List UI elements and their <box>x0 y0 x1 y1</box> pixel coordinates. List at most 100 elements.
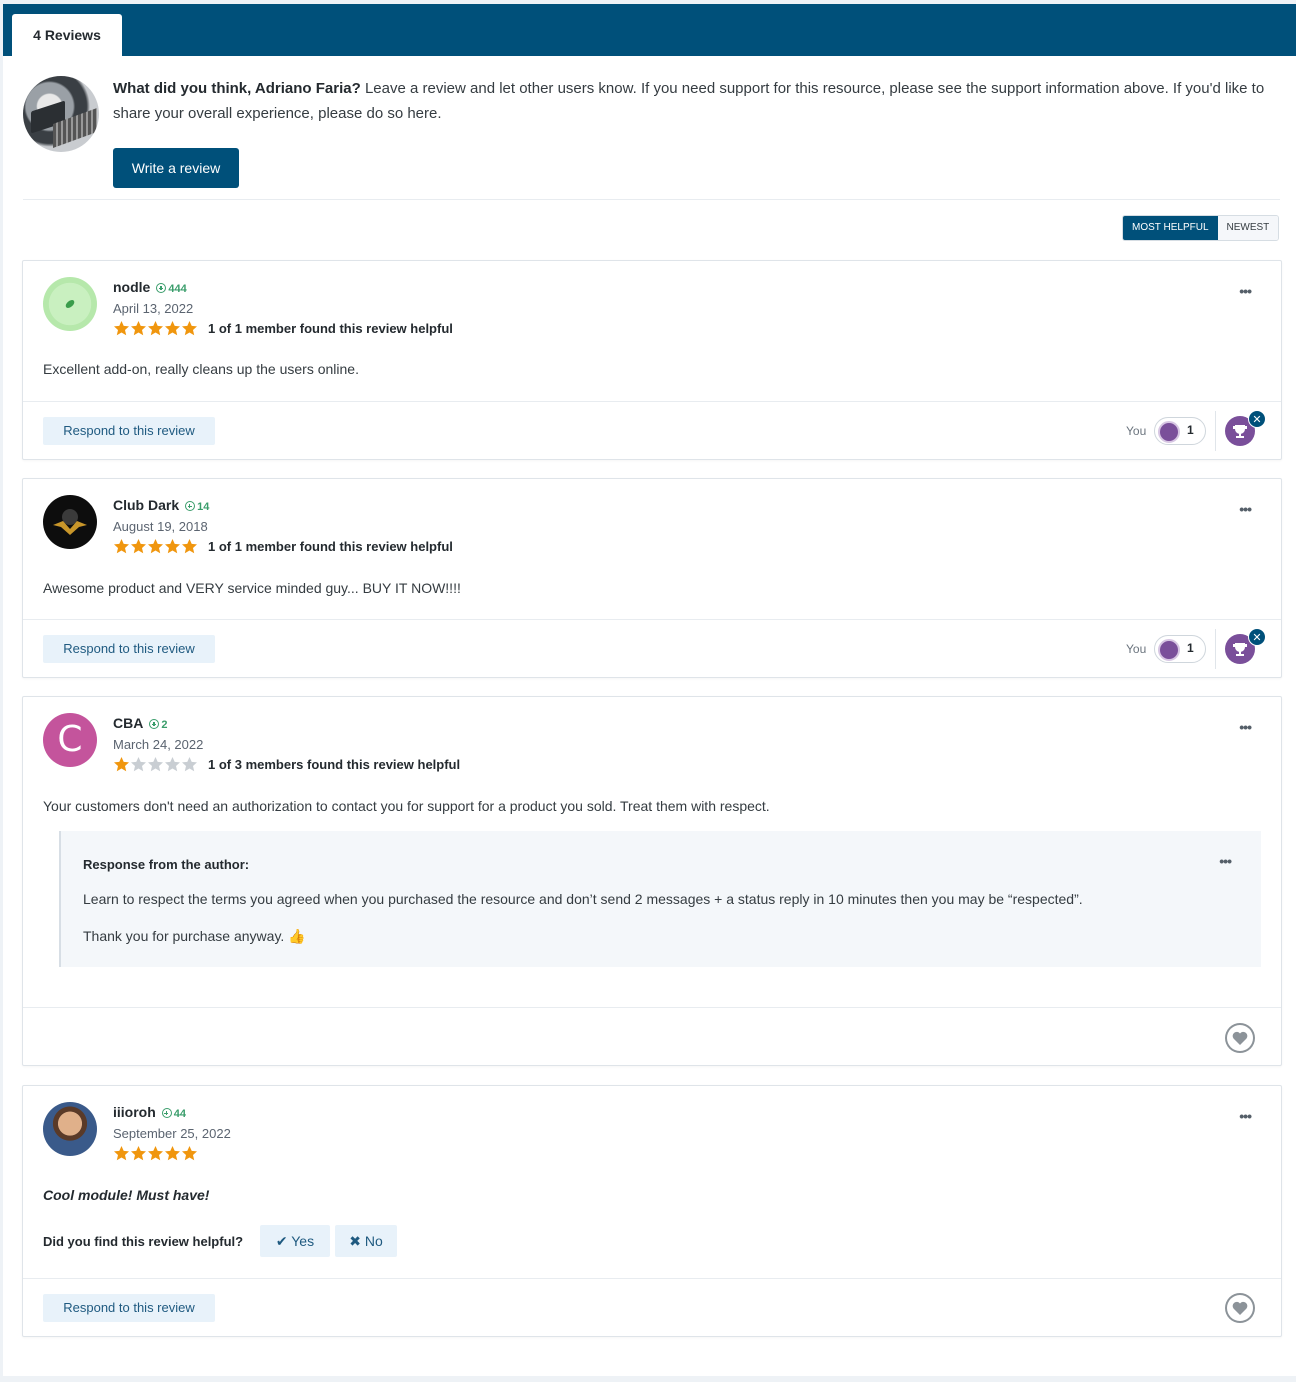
author-label: CBA <box>113 715 144 731</box>
author-response: Response from the author: ••• Learn to r… <box>59 831 1261 967</box>
author-label: nodle <box>113 279 151 295</box>
response-title: Response from the author: <box>83 857 250 872</box>
avatar[interactable] <box>23 76 99 152</box>
star-empty-icon <box>147 756 164 773</box>
reaction-you-label[interactable]: You <box>1126 642 1146 656</box>
divider <box>23 1278 1281 1279</box>
star-empty-icon <box>181 756 198 773</box>
avatar[interactable] <box>43 277 97 331</box>
review-content: Excellent add-on, really cleans up the u… <box>43 361 359 377</box>
helpful-question: Did you find this review helpful? <box>43 1234 244 1249</box>
tab-bar: 4 Reviews <box>3 4 1296 56</box>
avatar[interactable]: C <box>43 713 97 767</box>
reputation-count: 444 <box>168 283 187 295</box>
reaction-count: 1 <box>1187 641 1194 655</box>
star-filled-icon <box>181 320 198 337</box>
tab-reviews[interactable]: 4 Reviews <box>12 14 122 56</box>
star-filled-icon <box>113 756 130 773</box>
star-empty-icon <box>130 756 147 773</box>
reputation-count: 44 <box>173 1108 187 1120</box>
prompt-lead: What did you think, Adriano Faria? <box>113 80 361 97</box>
review-date: August 19, 2018 <box>113 519 208 534</box>
reputation-badge: 2 <box>149 719 167 731</box>
divider <box>23 199 1280 200</box>
author-name[interactable]: nodle 444 <box>113 279 187 295</box>
helpful-count: 1 of 3 members found this review helpful <box>208 756 461 772</box>
reaction-count: 1 <box>1187 423 1194 437</box>
sort-toggle: MOST HELPFUL NEWEST <box>1122 215 1280 241</box>
review-content: Awesome product and VERY service minded … <box>43 580 461 596</box>
star-filled-icon <box>147 538 164 555</box>
star-rating <box>113 1144 198 1162</box>
review-card: iiioroh 44 September 25, 2022 ••• Cool mo… <box>22 1085 1282 1337</box>
more-options-icon[interactable]: ••• <box>1239 283 1252 299</box>
reaction-summary[interactable]: 1 <box>1154 635 1206 663</box>
reaction-you-label[interactable]: You <box>1126 424 1146 438</box>
helpful-count: 1 of 1 member found this review helpful <box>208 320 453 336</box>
respond-button[interactable]: Respond to this review <box>43 635 215 663</box>
author-name[interactable]: iiioroh 44 <box>113 1104 186 1120</box>
trophy-icon <box>1158 639 1180 661</box>
divider <box>23 1007 1281 1008</box>
reaction-button[interactable] <box>1225 1023 1255 1053</box>
star-filled-icon <box>181 538 198 555</box>
star-filled-icon <box>130 1145 147 1162</box>
helpful-yes-button[interactable]: ✔ Yes <box>260 1225 330 1257</box>
star-filled-icon <box>130 320 147 337</box>
divider <box>23 619 1281 620</box>
sort-most-helpful[interactable]: MOST HELPFUL <box>1123 216 1218 240</box>
more-options-icon[interactable]: ••• <box>1239 719 1252 735</box>
star-filled-icon <box>130 538 147 555</box>
reputation-badge: 14 <box>185 501 209 513</box>
star-filled-icon <box>113 538 130 555</box>
author-name[interactable]: Club Dark 14 <box>113 497 209 513</box>
star-rating: 1 of 1 member found this review helpful <box>113 537 453 555</box>
helpful-no-button[interactable]: ✖ No <box>335 1225 397 1257</box>
review-date: April 13, 2022 <box>113 301 194 316</box>
star-filled-icon <box>147 1145 164 1162</box>
more-options-icon[interactable]: ••• <box>1219 853 1232 869</box>
star-empty-icon <box>164 756 181 773</box>
more-options-icon[interactable]: ••• <box>1239 1108 1252 1124</box>
reviews-panel: 4 Reviews What did you think, Adriano Fa… <box>3 4 1296 1376</box>
review-content: Cool module! Must have! <box>43 1187 210 1203</box>
review-content: Your customers don't need an authorizati… <box>43 798 770 814</box>
star-rating: 1 of 1 member found this review helpful <box>113 319 453 337</box>
prompt-text: What did you think, Adriano Faria? Leave… <box>113 76 1273 126</box>
review-card: nodle 444 April 13, 2022 1 of 1 member fo… <box>22 260 1282 460</box>
reaction-summary[interactable]: 1 <box>1154 417 1206 445</box>
heart-icon <box>1227 1025 1253 1051</box>
star-rating: 1 of 3 members found this review helpful <box>113 755 460 773</box>
reputation-badge: 444 <box>156 283 187 295</box>
star-filled-icon <box>181 1145 198 1162</box>
author-name[interactable]: CBA 2 <box>113 715 167 731</box>
plus-circle-icon <box>156 283 167 293</box>
remove-reaction-icon[interactable]: ✕ <box>1248 410 1266 428</box>
leaf-icon <box>65 300 75 308</box>
more-options-icon[interactable]: ••• <box>1239 501 1252 517</box>
response-text: Learn to respect the terms you agreed wh… <box>83 891 1083 907</box>
reputation-badge: 44 <box>161 1108 187 1120</box>
divider <box>1215 629 1216 669</box>
plus-circle-icon <box>185 501 196 511</box>
plus-circle-icon <box>161 1108 172 1118</box>
avatar[interactable] <box>43 495 97 549</box>
respond-button[interactable]: Respond to this review <box>43 417 215 445</box>
heart-icon <box>1227 1295 1253 1321</box>
reputation-count: 14 <box>197 501 210 513</box>
reaction-button[interactable] <box>1225 1293 1255 1323</box>
avatar[interactable] <box>43 1102 97 1156</box>
trophy-icon <box>1158 421 1180 443</box>
star-filled-icon <box>164 538 181 555</box>
review-date: March 24, 2022 <box>113 737 204 752</box>
respond-button[interactable]: Respond to this review <box>43 1294 215 1322</box>
divider <box>23 401 1281 402</box>
remove-reaction-icon[interactable]: ✕ <box>1248 628 1266 646</box>
helpful-count: 1 of 1 member found this review helpful <box>208 538 453 554</box>
star-filled-icon <box>113 1145 130 1162</box>
avatar-letter: C <box>57 719 83 760</box>
write-review-button[interactable]: Write a review <box>113 148 239 188</box>
sort-newest[interactable]: NEWEST <box>1217 216 1279 240</box>
star-filled-icon <box>113 320 130 337</box>
review-card: Club Dark 14 August 19, 2018 1 of 1 membe… <box>22 478 1282 678</box>
